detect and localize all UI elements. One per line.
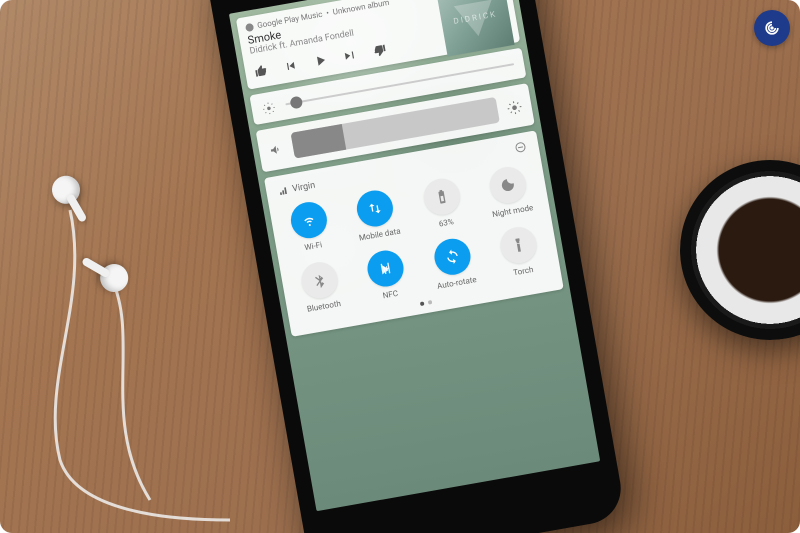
battery-icon [421, 176, 463, 218]
nfc-icon: N [365, 248, 407, 290]
page-dot [428, 300, 433, 305]
tile-battery[interactable]: 63% [406, 169, 480, 237]
source-badge-icon [754, 10, 790, 46]
phone-frame: Google Play Music • Unknown album Smoke … [204, 0, 627, 533]
auto-rotate-icon [431, 236, 473, 278]
tile-mobile-data[interactable]: Mobile data [339, 181, 413, 249]
tile-wifi[interactable]: Wi-Fi [273, 193, 347, 261]
tile-torch[interactable]: Torch [483, 218, 557, 286]
play-button[interactable] [311, 51, 330, 70]
earbud [85, 253, 134, 297]
brightness-high-icon [506, 99, 522, 115]
app-icon [245, 22, 254, 31]
volume-icon [268, 141, 284, 157]
mobile-data-icon [354, 188, 396, 230]
thumbs-up-button[interactable] [252, 62, 271, 81]
tile-nfc[interactable]: N NFC [350, 241, 424, 309]
next-button[interactable] [341, 46, 360, 65]
thumbs-down-button[interactable] [370, 41, 389, 60]
previous-button[interactable] [282, 57, 301, 76]
torch-icon [498, 224, 540, 266]
tile-night-mode[interactable]: Night mode [472, 158, 546, 226]
signal-icon [278, 185, 290, 197]
earbud [47, 171, 91, 220]
page-dot [420, 301, 425, 306]
coffee-cup [680, 160, 800, 340]
volume-fill [291, 124, 347, 159]
dnd-icon[interactable] [514, 140, 528, 157]
carrier-status: Virgin [278, 180, 316, 196]
tile-bluetooth[interactable]: Bluetooth [283, 253, 357, 321]
tile-auto-rotate[interactable]: Auto-rotate [416, 229, 490, 297]
desk-scene: Google Play Music • Unknown album Smoke … [0, 0, 800, 533]
notification-shade: Google Play Music • Unknown album Smoke … [229, 0, 600, 511]
bluetooth-icon [298, 259, 340, 301]
brightness-low-icon [261, 99, 277, 115]
night-mode-icon [487, 164, 529, 206]
phone-screen: Google Play Music • Unknown album Smoke … [229, 0, 600, 511]
album-art: DIDRICK [436, 0, 515, 57]
wifi-icon [288, 199, 330, 241]
